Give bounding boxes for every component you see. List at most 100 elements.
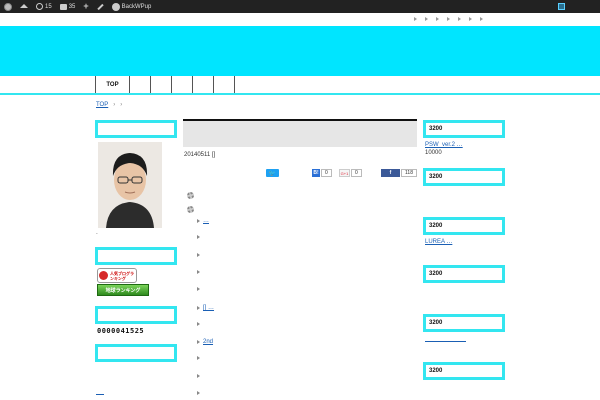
new-content-button[interactable]: +	[79, 0, 92, 13]
triangle-bullet-icon	[197, 287, 200, 291]
list-item[interactable]: …	[197, 218, 209, 224]
right-widget-title: 3200	[423, 314, 505, 332]
comments-link[interactable]: 35	[56, 0, 80, 13]
list-item[interactable]	[197, 391, 203, 395]
triangle-bullet-icon	[197, 322, 200, 326]
wordpress-logo-icon	[4, 2, 12, 11]
tweet-button[interactable]: 🐦	[266, 169, 279, 177]
triangle-bullet-icon	[197, 219, 200, 223]
google-plus-button[interactable]: G+1 0	[339, 169, 362, 177]
comments-count: 35	[68, 3, 76, 10]
gear-bullet-icon	[187, 206, 194, 213]
google-plus-icon: G+1	[339, 169, 350, 177]
updates-count: 15	[45, 3, 52, 10]
list-item[interactable]	[197, 322, 203, 326]
triangle-bullet-icon	[197, 340, 200, 344]
triangle-bullet-icon	[197, 374, 200, 378]
nav-item[interactable]	[150, 76, 171, 93]
backwpup-menu[interactable]: BackWPup	[108, 0, 156, 13]
nav-item-top-label: TOP	[106, 81, 119, 88]
top-nav-arrow-icon[interactable]	[425, 17, 428, 21]
ranking-badge-icon	[99, 271, 108, 280]
top-nav-arrow-icon[interactable]	[469, 17, 472, 21]
list-item[interactable]	[197, 374, 203, 378]
pencil-icon	[96, 3, 104, 10]
comment-icon	[59, 3, 67, 10]
right-widget-title: 3200	[423, 217, 505, 235]
nav-item[interactable]	[171, 76, 192, 93]
list-item-link[interactable]: [] …	[203, 305, 214, 311]
earth-ranking-banner[interactable]: 地球ランキング	[97, 284, 149, 296]
plus-icon: +	[83, 1, 89, 11]
admin-bar: 15 35 + BackWPup	[0, 0, 600, 13]
breadcrumb: TOP › ›	[96, 102, 122, 108]
earth-ranking-text: 地球ランキング	[105, 287, 141, 294]
list-item[interactable]	[197, 270, 203, 274]
post-date: 20140511 []	[184, 152, 216, 158]
updates-icon	[36, 3, 43, 10]
top-nav-arrow-icon[interactable]	[458, 17, 461, 21]
facebook-count: 118	[401, 169, 417, 177]
nav-item[interactable]	[129, 76, 150, 93]
list-item-link[interactable]: 2nd	[203, 339, 213, 345]
edit-post-button[interactable]	[93, 0, 108, 13]
breadcrumb-home-link[interactable]: TOP	[96, 102, 108, 108]
left-widget-title-box	[95, 344, 177, 362]
left-widget-title-box	[95, 120, 177, 138]
nav-item[interactable]	[213, 76, 234, 93]
top-nav-arrow-icon[interactable]	[414, 17, 417, 21]
triangle-bullet-icon	[197, 306, 200, 310]
twitter-bird-icon: 🐦	[268, 170, 277, 177]
user-account-icon[interactable]	[558, 3, 565, 10]
triangle-bullet-icon	[197, 235, 200, 239]
global-nav: TOP	[0, 76, 600, 95]
nav-divider	[234, 76, 235, 93]
breadcrumb-separator: ›	[120, 102, 123, 108]
list-item[interactable]	[197, 356, 203, 360]
post-title-box	[183, 119, 417, 147]
breadcrumb-separator: ›	[113, 102, 116, 108]
right-sidebar-text: 10000	[425, 150, 442, 156]
profile-caption: -	[96, 231, 98, 237]
list-item[interactable]	[197, 287, 203, 291]
list-item[interactable]	[197, 235, 203, 239]
left-widget-title-box	[95, 306, 177, 324]
right-widget-title: 3200	[423, 265, 505, 283]
facebook-icon: f	[381, 169, 400, 177]
triangle-bullet-icon	[197, 253, 200, 257]
wordpress-menu[interactable]	[0, 0, 16, 13]
right-sidebar-link[interactable]: LUREA …	[425, 239, 452, 245]
left-bottom-link[interactable]	[96, 394, 104, 395]
top-nav-arrow-icon[interactable]	[447, 17, 450, 21]
site-home-link[interactable]	[16, 0, 32, 13]
triangle-bullet-icon	[197, 356, 200, 360]
home-icon	[20, 3, 28, 8]
right-sidebar-link[interactable]: PSW_ver.2 …	[425, 142, 463, 148]
blog-ranking-text: 人気ブログランキング	[110, 270, 134, 281]
nav-item-top[interactable]: TOP	[95, 76, 129, 93]
list-item-link[interactable]: …	[203, 218, 209, 224]
backwpup-label: BackWPup	[121, 3, 152, 10]
gear-bullet-icon	[187, 192, 194, 199]
site-header-banner[interactable]	[0, 26, 600, 76]
list-item[interactable]	[197, 253, 203, 257]
list-item[interactable]: 2nd	[197, 339, 213, 345]
top-nav-arrow-icon[interactable]	[436, 17, 439, 21]
right-sidebar-link-underline[interactable]	[425, 341, 466, 342]
google-plus-count: 0	[351, 169, 362, 177]
top-nav-arrow-icon[interactable]	[480, 17, 483, 21]
access-counter: 0000041525	[97, 327, 145, 335]
right-widget-title: 3200	[423, 362, 505, 380]
hatena-bookmark-button[interactable]: B! 0	[312, 169, 332, 177]
top-utility-nav	[414, 16, 483, 22]
facebook-like-button[interactable]: f 118	[381, 169, 417, 177]
hatena-bookmark-icon: B!	[312, 169, 320, 177]
triangle-bullet-icon	[197, 270, 200, 274]
blog-ranking-banner[interactable]: 人気ブログランキング	[97, 268, 137, 283]
nav-item[interactable]	[192, 76, 213, 93]
backwpup-icon	[111, 2, 120, 11]
updates-link[interactable]: 15	[32, 0, 56, 13]
hatena-count: 0	[321, 169, 332, 177]
list-item[interactable]: [] …	[197, 305, 214, 311]
right-widget-title: 3200	[423, 168, 505, 186]
